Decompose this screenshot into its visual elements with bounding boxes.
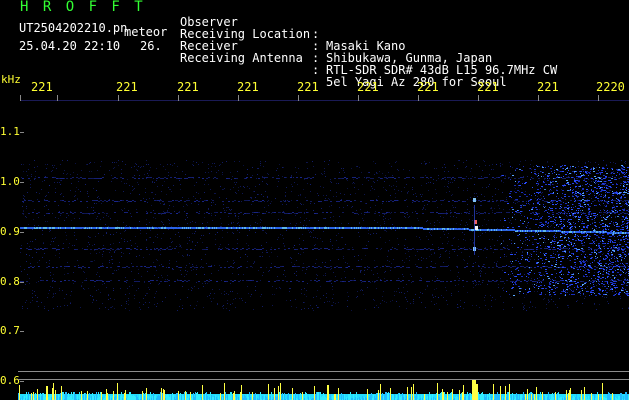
freq-tick-label: 0.9 xyxy=(0,225,20,238)
logo-title: H R O F F T xyxy=(20,0,146,15)
freq-tick-label: 1.1 xyxy=(0,125,20,138)
info-row-location: Receiving Location : Shibukawa, Gunma, J… xyxy=(180,16,620,64)
frequency-unit: kHz xyxy=(1,73,21,86)
freq-tick-label: 0.7 xyxy=(0,324,20,337)
info-key: Receiving Antenna xyxy=(180,51,303,65)
time-tick-label: 221 xyxy=(477,80,499,94)
date-time: 25.04.20 22:10 xyxy=(19,39,121,53)
file-name: UT2504202210.pn xyxy=(19,21,128,35)
separator-line xyxy=(18,371,629,372)
info-sep: : xyxy=(312,63,320,77)
time-tick-label: 221 xyxy=(116,80,138,94)
signal-strength-strip xyxy=(18,380,629,400)
station-info: Observer : Masaki Kano Receiving Locatio… xyxy=(180,4,620,88)
info-row-observer: Observer : Masaki Kano xyxy=(180,4,620,52)
freq-tick-label: 0.8 xyxy=(0,275,20,288)
freq-tick-label: 1.0 xyxy=(0,175,20,188)
info-row-receiver: Receiver : RTL-SDR SDR# 43dB L15 96.7MHz… xyxy=(180,28,620,76)
time-tick-label: 221 xyxy=(537,80,559,94)
time-tick-label: 221 xyxy=(417,80,439,94)
info-row-antenna: Receiving Antenna : 5el Yagi Az 280 for … xyxy=(180,40,620,88)
time-tick-label: 221 xyxy=(177,80,199,94)
time-tick-label: 2220 xyxy=(596,80,625,94)
time-tick-label: 221 xyxy=(31,80,53,94)
time-tick-label: 221 xyxy=(357,80,379,94)
event-label: meteor xyxy=(124,25,168,39)
frame-id: 26. xyxy=(140,39,162,53)
time-tick-label: 221 xyxy=(297,80,319,94)
time-tick-label: 221 xyxy=(237,80,259,94)
